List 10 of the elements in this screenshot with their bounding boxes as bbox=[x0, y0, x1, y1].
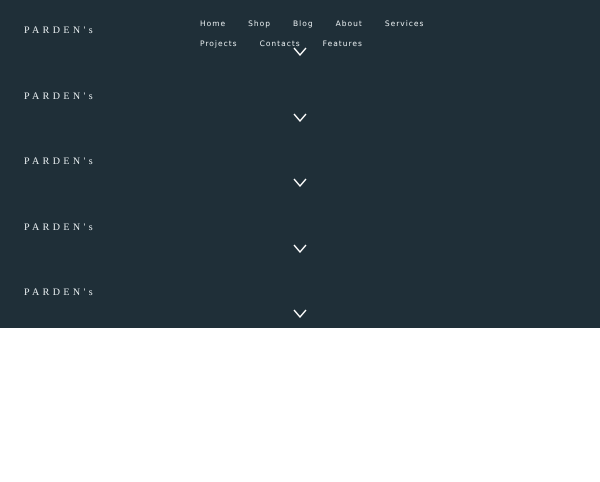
chevron-down-icon[interactable] bbox=[293, 178, 307, 187]
logo-text: PARDEN's bbox=[24, 222, 97, 232]
logo-text: PARDEN's bbox=[24, 25, 97, 36]
chevron-down-icon[interactable] bbox=[293, 244, 307, 252]
logo-text: PARDEN's bbox=[24, 90, 97, 102]
chevron-down-icon[interactable] bbox=[293, 112, 307, 122]
chevron-down-icon[interactable] bbox=[293, 309, 307, 318]
logo-text: PARDEN's bbox=[24, 156, 97, 167]
chevron-down-icon[interactable] bbox=[293, 47, 307, 56]
logo-text: PARDEN's bbox=[24, 287, 97, 298]
